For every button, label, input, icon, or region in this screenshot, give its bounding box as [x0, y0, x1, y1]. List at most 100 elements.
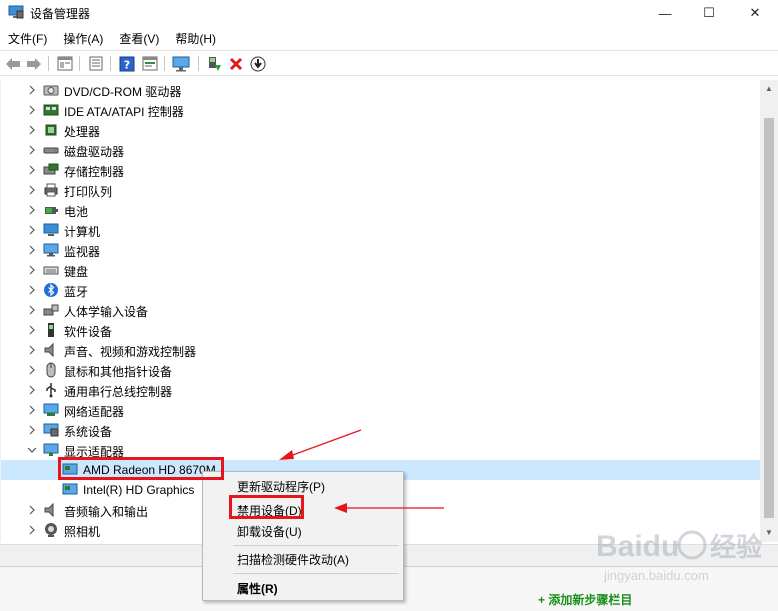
context-menu: 更新驱动程序(P) 禁用设备(D) 卸载设备(U) 扫描检测硬件改动(A) 属性… [202, 471, 404, 601]
watermark-brand-cn: 经验 [710, 532, 762, 563]
tree-item-label: 系统设备 [64, 425, 113, 439]
title-bar: 设备管理器 — ☐ ✕ [0, 0, 778, 26]
toolbar: ? [0, 50, 778, 76]
tree-item-label: 通用串行总线控制器 [64, 385, 173, 399]
chevron-right-icon[interactable] [27, 505, 37, 515]
chevron-right-icon[interactable] [27, 425, 37, 435]
chevron-right-icon[interactable] [27, 85, 37, 95]
tree-item-label: 电池 [64, 205, 89, 219]
tree-item-label: 鼠标和其他指针设备 [64, 365, 173, 379]
tree-category-item[interactable]: IDE ATA/ATAPI 控制器 [1, 100, 760, 120]
ctx-uninstall-device[interactable]: 卸载设备(U) [237, 523, 302, 540]
toolbar-separator [110, 56, 111, 71]
tree-category-item[interactable]: 监视器 [1, 240, 760, 260]
chevron-right-icon[interactable] [27, 125, 37, 135]
menu-action[interactable]: 操作(A) [55, 28, 111, 48]
system-device-icon [43, 423, 59, 437]
toolbar-separator [79, 56, 80, 71]
tree-category-item[interactable]: 蓝牙 [1, 280, 760, 300]
chevron-right-icon[interactable] [27, 205, 37, 215]
tree-item-label: 处理器 [64, 125, 101, 139]
details-pane-icon[interactable] [140, 54, 160, 73]
scroll-up-arrow-icon[interactable]: ▲ [765, 84, 773, 93]
chevron-right-icon[interactable] [27, 165, 37, 175]
tree-category-item[interactable]: 声音、视频和游戏控制器 [1, 340, 760, 360]
help-icon[interactable]: ? [117, 54, 137, 73]
camera-icon [45, 523, 57, 537]
chevron-right-icon[interactable] [27, 265, 37, 275]
computer-icon [43, 223, 59, 236]
chevron-right-icon[interactable] [27, 345, 37, 355]
tree-category-item[interactable]: 通用串行总线控制器 [1, 380, 760, 400]
minimize-button[interactable]: — [642, 0, 688, 26]
tree-category-item[interactable]: 计算机 [1, 220, 760, 240]
update-driver-icon[interactable] [204, 54, 224, 73]
tree-category-item[interactable]: 软件设备 [1, 320, 760, 340]
chevron-right-icon[interactable] [27, 305, 37, 315]
menu-help[interactable]: 帮助(H) [167, 28, 224, 48]
battery-icon [45, 207, 58, 214]
list-view-icon[interactable] [86, 54, 106, 73]
tree-category-item[interactable]: 处理器 [1, 120, 760, 140]
chevron-down-icon[interactable] [27, 445, 37, 455]
baidu-jingyan-watermark: Baidu 经验 jingyan.baidu.com [596, 530, 762, 583]
chevron-right-icon[interactable] [27, 325, 37, 335]
ctx-properties[interactable]: 属性(R) [237, 580, 278, 597]
display-card-icon [62, 483, 78, 495]
chevron-right-icon[interactable] [27, 185, 37, 195]
properties-window-icon[interactable] [55, 54, 75, 73]
chevron-right-icon[interactable] [27, 105, 37, 115]
chevron-right-icon[interactable] [27, 385, 37, 395]
tree-item-label: 网络适配器 [64, 405, 125, 419]
chevron-right-icon[interactable] [27, 245, 37, 255]
tree-item-label: 音频输入和输出 [64, 505, 149, 519]
scan-monitor-icon[interactable] [171, 54, 191, 73]
scrollbar-thumb[interactable] [764, 118, 774, 518]
tree-item-label: 声音、视频和游戏控制器 [64, 345, 197, 359]
tree-category-item[interactable]: 鼠标和其他指针设备 [1, 360, 760, 380]
tree-category-item[interactable]: 电池 [1, 200, 760, 220]
tree-category-item[interactable]: 系统设备 [1, 420, 760, 440]
ctx-scan-hardware[interactable]: 扫描检测硬件改动(A) [237, 551, 349, 568]
chevron-right-icon[interactable] [27, 405, 37, 415]
tree-item-label: DVD/CD-ROM 驱动器 [64, 85, 182, 99]
menu-file[interactable]: 文件(F) [0, 28, 55, 48]
chevron-right-icon[interactable] [27, 285, 37, 295]
tree-item-label: 打印队列 [64, 185, 113, 199]
tree-category-item[interactable]: 键盘 [1, 260, 760, 280]
tree-category-item[interactable]: DVD/CD-ROM 驱动器 [1, 80, 760, 100]
tree-item-label: 软件设备 [64, 325, 113, 339]
svg-text:?: ? [124, 58, 130, 71]
menu-view[interactable]: 查看(V) [111, 28, 167, 48]
tree-item-label: 人体学输入设备 [64, 305, 149, 319]
vertical-scrollbar[interactable]: ▲ ▼ [760, 80, 778, 542]
download-circle-icon[interactable] [248, 54, 268, 73]
sound-icon [44, 342, 54, 358]
tree-item-label: Intel(R) HD Graphics [83, 483, 195, 497]
watermark-url: jingyan.baidu.com [603, 568, 709, 583]
disk-drive-icon [43, 147, 59, 154]
usb-icon [46, 383, 56, 398]
back-arrow-icon[interactable] [3, 54, 23, 73]
chevron-right-icon[interactable] [27, 145, 37, 155]
tree-item-label: 磁盘驱动器 [64, 145, 125, 159]
tree-category-item[interactable]: 磁盘驱动器 [1, 140, 760, 160]
tree-category-item[interactable]: 打印队列 [1, 180, 760, 200]
ctx-update-driver[interactable]: 更新驱动程序(P) [237, 478, 325, 495]
keyboard-icon [43, 266, 59, 275]
maximize-button[interactable]: ☐ [686, 0, 732, 26]
tree-item-label: IDE ATA/ATAPI 控制器 [64, 105, 184, 119]
forward-arrow-icon[interactable] [24, 54, 44, 73]
uninstall-x-icon[interactable] [226, 54, 246, 73]
tree-item-label: 键盘 [64, 265, 89, 279]
chevron-right-icon[interactable] [27, 365, 37, 375]
chevron-right-icon[interactable] [27, 525, 37, 535]
menu-bar: 文件(F) 操作(A) 查看(V) 帮助(H) [0, 28, 778, 48]
close-button[interactable]: ✕ [732, 0, 778, 26]
add-step-link[interactable]: + 添加新步骤栏目 [538, 591, 632, 608]
chevron-right-icon[interactable] [27, 225, 37, 235]
tree-category-item[interactable]: 网络适配器 [1, 400, 760, 420]
tree-item-label: 计算机 [64, 225, 101, 239]
tree-category-item[interactable]: 存储控制器 [1, 160, 760, 180]
tree-category-item[interactable]: 人体学输入设备 [1, 300, 760, 320]
